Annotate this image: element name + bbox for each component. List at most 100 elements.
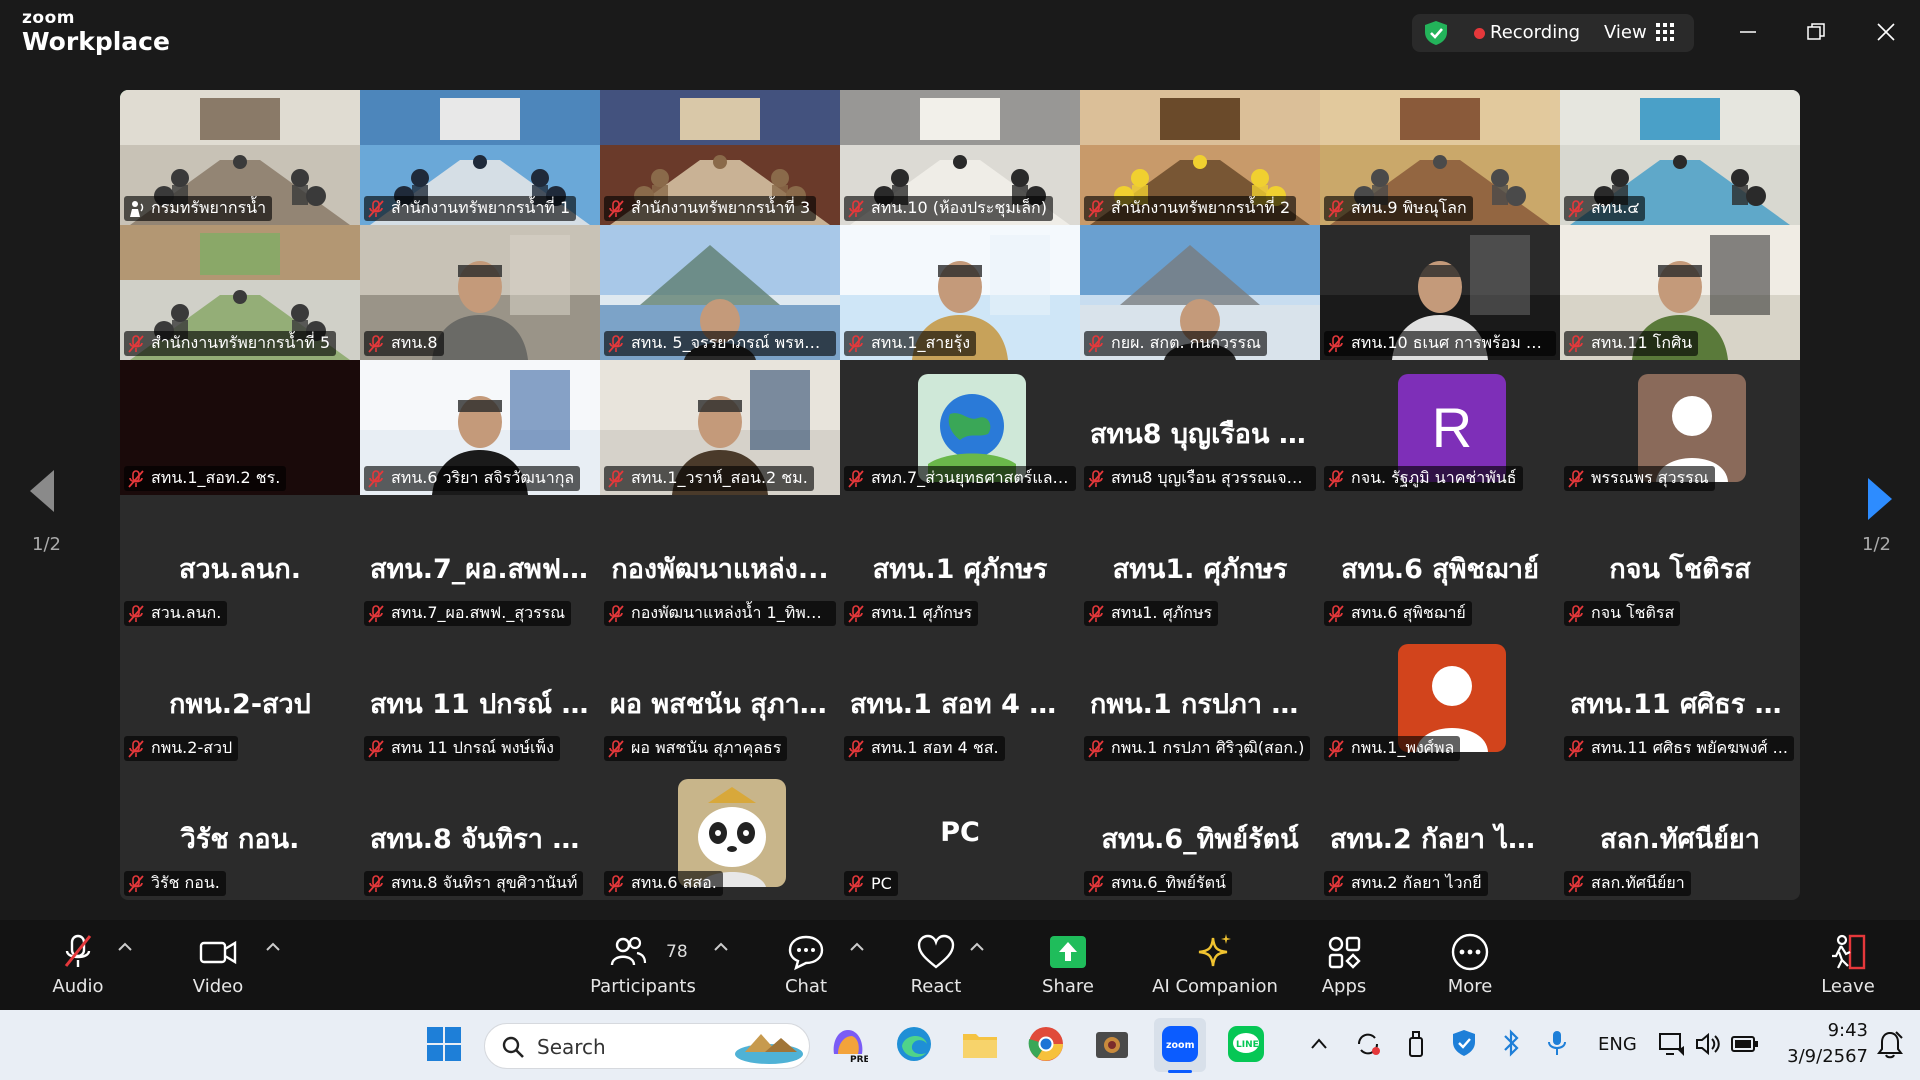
participant-tile[interactable]: กพน.2-สวป กพน.2-สวป [120, 630, 360, 765]
participant-tile[interactable]: สทน.11 โกศิน [1560, 225, 1800, 360]
participant-tile[interactable]: สทน.2 กัลยา ไวกยี สทน.2 กัลยา ไวกยี [1320, 765, 1560, 900]
participant-tile[interactable]: สทน.9 พิษณุโลก [1320, 90, 1560, 225]
participant-name-label: สทน.1_วราห์_สอน.2 ชม. [604, 466, 814, 491]
react-button[interactable]: React [904, 932, 968, 1004]
restore-button[interactable] [1796, 14, 1836, 50]
participant-tile[interactable]: กยผ. สกต. กนกวรรณ [1080, 225, 1320, 360]
participant-name-label: สำนักงานทรัพยากรน้ำที่ 2 [1084, 196, 1297, 221]
apps-button[interactable]: Apps [1316, 932, 1372, 1004]
windows-start-icon[interactable] [424, 1024, 464, 1064]
participant-tile[interactable]: กพน.1 กรปภา ศิ... กพน.1 กรปภา ศิริวุฒิ(ส… [1080, 630, 1320, 765]
participant-tile[interactable]: R กจน. รัฐภูมิ นาคช่าพันธ์ [1320, 360, 1560, 495]
video-button[interactable]: Video [186, 932, 250, 1004]
tray-microphone-icon[interactable] [1546, 1028, 1568, 1058]
participant-tile[interactable]: สทน.8 [360, 225, 600, 360]
participant-tile[interactable]: ผอ พสชนัน สุภา... ผอ พสชนัน สุภาคุลธร [600, 630, 840, 765]
audio-options-chevron-up-icon[interactable] [118, 942, 132, 952]
participant-tile[interactable]: สำนักงานทรัพยากรน้ำที่ 1 [360, 90, 600, 225]
leave-label: Leave [1821, 976, 1875, 997]
usb-device-icon[interactable] [1404, 1030, 1428, 1058]
participant-name-label: กองพัฒนาแหล่งน้ำ 1_ทิพว... [604, 601, 836, 626]
audio-button[interactable]: Audio [46, 932, 110, 1004]
taskbar-search-box[interactable]: Search [484, 1023, 810, 1069]
participant-tile[interactable]: สทน.10 ธเนศ การพร้อม ส... [1320, 225, 1560, 360]
participant-tile[interactable]: กรมทรัพยากรน้ำ [120, 90, 360, 225]
video-options-chevron-up-icon[interactable] [266, 942, 280, 952]
participant-tile[interactable]: สทน.1_วราห์_สอน.2 ชม. [600, 360, 840, 495]
participant-name-label: กจน. รัฐภูมิ นาคช่าพันธ์ [1324, 466, 1523, 491]
file-explorer-icon[interactable] [960, 1024, 1000, 1064]
participant-tile[interactable]: พรรณพร สุวรรณ [1560, 360, 1800, 495]
participant-tile[interactable]: สทภ.7_ส่วนยุทธศาสตร์และ... [840, 360, 1080, 495]
brand-big: Workplace [22, 27, 170, 56]
participant-tile[interactable]: สทน.6 สุพิชฌาย์ สทน.6 สุพิชฌาย์ [1320, 495, 1560, 630]
participant-tile[interactable]: สทน.6_ทิพย์รัตน์ สทน.6_ทิพย์รัตน์ [1080, 765, 1320, 900]
participant-name: สทน.8 [391, 333, 438, 352]
sync-icon[interactable] [1354, 1030, 1382, 1058]
chat-button[interactable]: Chat [776, 932, 836, 1004]
next-page-arrow-icon[interactable] [1866, 478, 1894, 520]
participant-tile[interactable]: สทน.10 (ห้องประชุมเล็ก) [840, 90, 1080, 225]
svg-text:LINE: LINE [1236, 1040, 1259, 1050]
battery-icon[interactable] [1730, 1032, 1760, 1056]
minimize-button[interactable] [1728, 14, 1768, 50]
close-window-button[interactable] [1866, 14, 1906, 50]
participant-tile[interactable]: กองพัฒนาแหล่ง... กองพัฒนาแหล่งน้ำ 1_ทิพว… [600, 495, 840, 630]
tray-overflow-chevron-up-icon[interactable] [1310, 1036, 1328, 1050]
participant-tile[interactable]: สทน.7_ผอ.สพฟ._... สทน.7_ผอ.สพฟ._สุวรรณ [360, 495, 600, 630]
participant-tile[interactable]: สทน.6 สสอ. [600, 765, 840, 900]
volume-icon[interactable] [1694, 1030, 1722, 1058]
leave-button[interactable]: Leave [1816, 932, 1880, 1004]
participant-tile[interactable]: สทน.๔ [1560, 90, 1800, 225]
participant-tile[interactable]: สำนักงานทรัพยากรน้ำที่ 2 [1080, 90, 1320, 225]
more-button[interactable]: More [1440, 932, 1500, 1004]
share-button[interactable]: Share [1034, 932, 1102, 1004]
participant-tile[interactable]: PC PC [840, 765, 1080, 900]
participant-tile[interactable]: สลก.ทัศนีย์ยา สลก.ทัศนีย์ยา [1560, 765, 1800, 900]
ai-companion-button[interactable]: AI Companion [1152, 932, 1278, 1004]
participant-tile[interactable]: สทน. 5_จรรยาภรณ์ พรหม... [600, 225, 840, 360]
chat-options-chevron-up-icon[interactable] [850, 942, 864, 952]
participant-tile[interactable]: สวน.ลนก. สวน.ลนก. [120, 495, 360, 630]
security-shield-icon[interactable] [1450, 1028, 1478, 1058]
participant-tile[interactable]: สทน.1 สอท 4 ชส. สทน.1 สอท 4 ชส. [840, 630, 1080, 765]
leave-door-icon [1832, 934, 1866, 970]
view-button[interactable]: View [1604, 22, 1647, 43]
grid-view-icon[interactable] [1656, 23, 1674, 41]
zoom-app-icon[interactable]: zoom [1160, 1024, 1200, 1064]
close-icon [1877, 23, 1895, 41]
clock-date[interactable]: 3/9/2567 [1786, 1046, 1868, 1067]
participant-tile[interactable]: สำนักงานทรัพยากรน้ำที่ 3 [600, 90, 840, 225]
participant-tile[interactable]: สทน.1_สายรุ้ง [840, 225, 1080, 360]
language-indicator[interactable]: ENG [1598, 1034, 1637, 1055]
recording-label[interactable]: Recording [1490, 22, 1580, 43]
previous-page-arrow-icon[interactable] [28, 470, 56, 512]
line-app-icon[interactable]: LINE [1226, 1024, 1266, 1064]
network-display-icon[interactable] [1658, 1030, 1686, 1058]
participant-tile[interactable]: สทน8 บุญเรือน สุ... สทน8 บุญเรือน สุวรรณ… [1080, 360, 1320, 495]
participant-tile[interactable]: สำนักงานทรัพยากรน้ำที่ 5 [120, 225, 360, 360]
participant-tile[interactable]: สทน.11 ศศิธร พ... สทน.11 ศศิธร พยัคฆพงศ์… [1560, 630, 1800, 765]
photos-app-icon[interactable] [1092, 1024, 1132, 1064]
participant-tile[interactable]: สทน.1 ศุภักษร สทน.1 ศุภักษร [840, 495, 1080, 630]
participant-tile[interactable]: กจน โชติรส กจน โชติรส [1560, 495, 1800, 630]
participant-tile[interactable]: สทน1. ศุภักษร สทน1. ศุภักษร [1080, 495, 1320, 630]
participants-options-chevron-up-icon[interactable] [714, 942, 728, 952]
participant-name: กพน.1_พงศ์พล [1351, 738, 1455, 757]
chrome-browser-icon[interactable] [1026, 1024, 1066, 1064]
participant-tile[interactable]: สทน.8 จันทิรา สุ... สทน.8 จันทิรา สุขศิว… [360, 765, 600, 900]
react-options-chevron-up-icon[interactable] [970, 942, 984, 952]
edge-browser-icon[interactable] [894, 1024, 934, 1064]
encryption-shield-icon[interactable] [1422, 19, 1450, 47]
participant-tile[interactable]: สทน.6 วริยา สจิรวัฒนากุล [360, 360, 600, 495]
participant-tile[interactable]: สทน.1_สอท.2 ชร. [120, 360, 360, 495]
notification-bell-icon[interactable] [1876, 1030, 1904, 1060]
page-indicator-left: 1/2 [32, 534, 61, 555]
copilot-icon[interactable]: PRE [828, 1024, 868, 1064]
participant-tile[interactable]: กพน.1_พงศ์พล [1320, 630, 1560, 765]
bluetooth-icon[interactable] [1500, 1028, 1522, 1058]
clock-time[interactable]: 9:43 [1792, 1020, 1868, 1041]
search-icon [502, 1036, 524, 1058]
participant-tile[interactable]: สทน 11 ปกรณ์ พ... สทน 11 ปกรณ์ พงษ์เพ็ง [360, 630, 600, 765]
participant-tile[interactable]: วิรัช กอน. วิรัช กอน. [120, 765, 360, 900]
